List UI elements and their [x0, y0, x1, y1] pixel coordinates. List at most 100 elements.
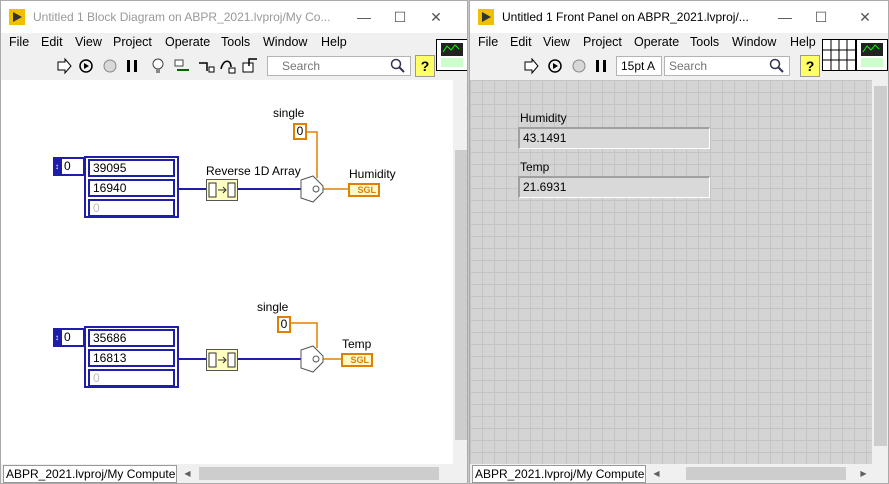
single-label: single	[273, 106, 305, 120]
temp-indicator-label: Temp	[520, 160, 550, 174]
reverse-1d-array-node[interactable]	[206, 349, 238, 371]
context-help-button[interactable]: ?	[800, 55, 820, 77]
menu-window[interactable]: Window	[263, 35, 307, 49]
humidity-terminal-label: Humidity	[349, 167, 396, 181]
search-icon[interactable]	[390, 58, 406, 74]
menu-edit[interactable]: Edit	[41, 35, 63, 49]
coercion-dot	[312, 355, 320, 363]
single-label: single	[257, 300, 289, 314]
run-arrow-icon[interactable]	[522, 57, 540, 75]
vi-connector-icon[interactable]	[436, 39, 467, 71]
bd-vertical-scrollbar[interactable]	[453, 80, 467, 464]
scroll-right-icon[interactable]: ▶	[855, 465, 872, 482]
coercion-dot	[312, 185, 320, 193]
wire-layer	[178, 131, 348, 373]
menu-window[interactable]: Window	[732, 35, 776, 49]
array-element[interactable]: 0	[88, 199, 175, 217]
block-diagram-canvas[interactable]: single 0 ↕ 0 39095 16940 0 Reverse 1D Arr…	[1, 80, 453, 464]
menu-help[interactable]: Help	[321, 35, 347, 49]
bd-title: Untitled 1 Block Diagram on ABPR_2021.lv…	[33, 10, 331, 24]
temp-terminal-label: Temp	[342, 337, 372, 351]
to-single-node[interactable]	[300, 345, 324, 373]
search-icon[interactable]	[769, 58, 785, 74]
array-index-display[interactable]: ↕ 0	[53, 157, 85, 176]
bd-search-input[interactable]	[268, 57, 410, 75]
abort-icon[interactable]	[101, 57, 119, 75]
fp-project-path: ABPR_2021.lvproj/My Computer	[472, 465, 646, 483]
step-over-icon[interactable]	[219, 57, 237, 75]
menu-file[interactable]: File	[478, 35, 498, 49]
run-arrow-icon[interactable]	[55, 57, 73, 75]
menu-tools[interactable]: Tools	[221, 35, 250, 49]
single-constant[interactable]: 0	[277, 316, 291, 333]
reverse-array-label: Reverse 1D Array	[206, 164, 301, 178]
array-constant-humidity[interactable]: 39095 16940 0	[84, 156, 179, 218]
pause-icon[interactable]	[123, 57, 141, 75]
menu-project[interactable]: Project	[583, 35, 622, 49]
humidity-indicator-label: Humidity	[520, 111, 567, 125]
close-button[interactable]: ✕	[848, 1, 882, 33]
array-element[interactable]: 0	[88, 369, 175, 387]
minimize-button[interactable]: —	[768, 1, 802, 33]
close-button[interactable]: ✕	[419, 1, 453, 33]
array-element[interactable]: 16940	[88, 179, 175, 197]
array-constant-temp[interactable]: 35686 16813 0	[84, 326, 179, 388]
connector-pane-icon[interactable]	[822, 39, 856, 71]
bd-search-box[interactable]	[267, 56, 411, 76]
menu-operate[interactable]: Operate	[165, 35, 210, 49]
step-out-icon[interactable]	[241, 57, 259, 75]
menu-tools[interactable]: Tools	[690, 35, 719, 49]
menu-operate[interactable]: Operate	[634, 35, 679, 49]
bd-hscroll-thumb[interactable]	[199, 467, 439, 480]
block-diagram-window: Untitled 1 Block Diagram on ABPR_2021.lv…	[0, 0, 468, 484]
pause-icon[interactable]	[592, 57, 610, 75]
fp-vertical-scrollbar[interactable]	[872, 80, 888, 464]
menu-view[interactable]: View	[543, 35, 570, 49]
front-panel-canvas[interactable]: Humidity 43.1491 Temp 21.6931	[470, 80, 872, 464]
menu-file[interactable]: File	[9, 35, 29, 49]
bd-horizontal-scrollbar[interactable]: ◀	[179, 465, 453, 482]
menu-project[interactable]: Project	[113, 35, 152, 49]
array-element[interactable]: 16813	[88, 349, 175, 367]
scroll-left-icon[interactable]: ◀	[179, 465, 196, 482]
array-element[interactable]: 39095	[88, 159, 175, 177]
humidity-indicator-terminal[interactable]: SGL	[348, 183, 380, 197]
reverse-1d-array-node[interactable]	[206, 179, 238, 201]
temp-indicator-terminal[interactable]: SGL	[341, 353, 373, 367]
abort-icon[interactable]	[570, 57, 588, 75]
array-element[interactable]: 35686	[88, 329, 175, 347]
bd-vscroll-thumb[interactable]	[455, 150, 467, 440]
single-constant[interactable]: 0	[293, 123, 307, 140]
fp-hscroll-thumb[interactable]	[686, 467, 846, 480]
labview-icon	[478, 9, 494, 25]
retain-wire-values-icon[interactable]	[173, 57, 191, 75]
bd-project-path: ABPR_2021.lvproj/My Computer	[3, 465, 177, 483]
fp-search-box[interactable]	[664, 56, 790, 76]
scroll-left-icon[interactable]: ◀	[648, 465, 665, 482]
reverse-array-icon	[208, 352, 236, 368]
menu-help[interactable]: Help	[790, 35, 816, 49]
highlight-execution-icon[interactable]	[149, 57, 167, 75]
menu-view[interactable]: View	[75, 35, 102, 49]
run-continuously-icon[interactable]	[77, 57, 95, 75]
array-index-display[interactable]: ↕ 0	[53, 328, 85, 347]
to-single-node[interactable]	[300, 175, 324, 203]
run-continuously-icon[interactable]	[546, 57, 564, 75]
context-help-button[interactable]: ?	[415, 55, 435, 77]
step-into-icon[interactable]	[197, 57, 215, 75]
fp-titlebar[interactable]: Untitled 1 Front Panel on ABPR_2021.lvpr…	[470, 1, 888, 33]
bd-toolbar: ?	[1, 53, 467, 79]
index-spinner-icon[interactable]: ↕	[55, 330, 62, 345]
font-size-select[interactable]: 15pt A	[616, 56, 662, 76]
maximize-button[interactable]: ☐	[804, 1, 838, 33]
menu-edit[interactable]: Edit	[510, 35, 532, 49]
front-panel-window: Untitled 1 Front Panel on ABPR_2021.lvpr…	[469, 0, 889, 484]
vi-icon[interactable]	[856, 39, 888, 71]
reverse-array-icon	[208, 182, 236, 198]
maximize-button[interactable]: ☐	[383, 1, 417, 33]
minimize-button[interactable]: —	[347, 1, 381, 33]
bd-titlebar[interactable]: Untitled 1 Block Diagram on ABPR_2021.lv…	[1, 1, 467, 33]
fp-vscroll-thumb[interactable]	[874, 86, 887, 446]
index-spinner-icon[interactable]: ↕	[55, 159, 62, 174]
fp-horizontal-scrollbar[interactable]: ◀ ▶	[648, 465, 872, 482]
